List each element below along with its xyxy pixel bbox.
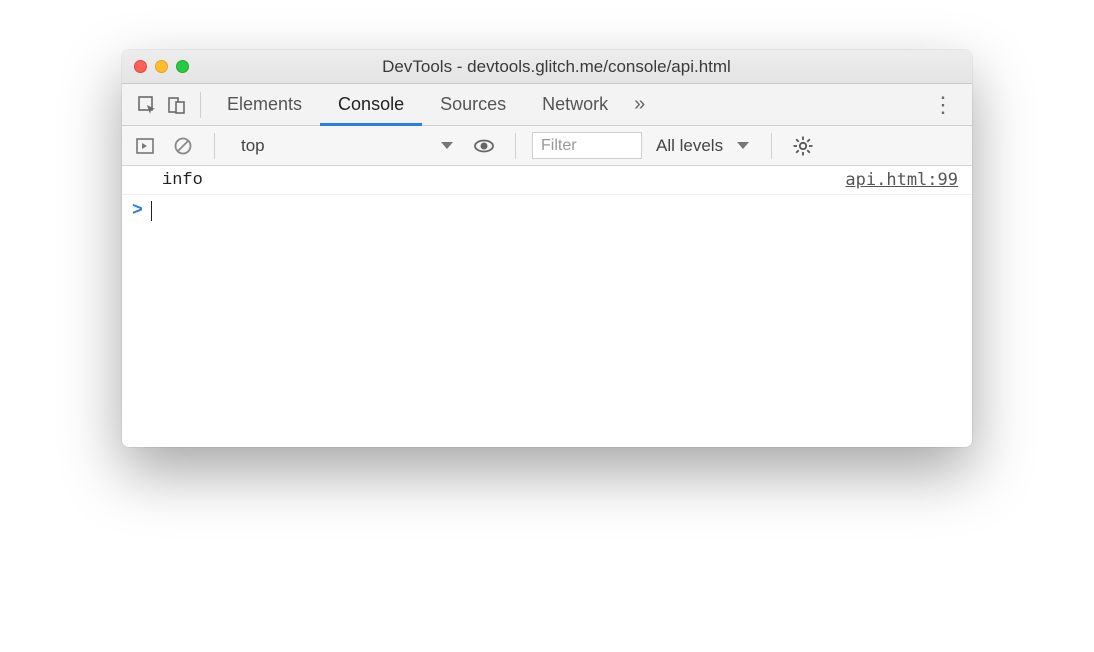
clear-console-icon[interactable] [168, 131, 198, 161]
chevron-down-icon [737, 142, 749, 149]
tab-sources[interactable]: Sources [422, 85, 524, 126]
tabs-bar: Elements Console Sources Network » ⋮ [122, 84, 972, 126]
devtools-window: DevTools - devtools.glitch.me/console/ap… [122, 50, 972, 447]
device-toolbar-icon[interactable] [162, 90, 192, 120]
console-settings-icon[interactable] [788, 131, 818, 161]
tab-network[interactable]: Network [524, 85, 626, 126]
tab-elements[interactable]: Elements [209, 85, 320, 126]
separator [200, 92, 201, 118]
titlebar: DevTools - devtools.glitch.me/console/ap… [122, 50, 972, 84]
separator [771, 133, 772, 159]
inspect-element-icon[interactable] [132, 90, 162, 120]
console-empty-area[interactable] [122, 227, 972, 447]
log-row: info api.html:99 [122, 166, 972, 195]
text-cursor [151, 201, 153, 221]
prompt-chevron-icon: > [132, 201, 143, 221]
panel-tabs: Elements Console Sources Network [209, 84, 626, 125]
toggle-sidebar-icon[interactable] [130, 131, 160, 161]
close-window-button[interactable] [134, 60, 147, 73]
tab-console[interactable]: Console [320, 85, 422, 126]
separator [214, 133, 215, 159]
log-message: info [162, 171, 845, 190]
separator [515, 133, 516, 159]
console-toolbar: top All levels [122, 126, 972, 166]
log-source-link[interactable]: api.html:99 [845, 170, 958, 190]
filter-input[interactable] [532, 132, 642, 159]
more-tabs-button[interactable]: » [626, 93, 649, 116]
console-output: info api.html:99 > [122, 166, 972, 447]
live-expression-icon[interactable] [469, 131, 499, 161]
settings-menu-button[interactable]: ⋮ [924, 92, 962, 118]
context-selector-label: top [241, 136, 265, 156]
log-levels-label: All levels [656, 136, 723, 156]
log-levels-selector[interactable]: All levels [650, 136, 755, 156]
console-prompt[interactable]: > [122, 195, 972, 227]
context-selector[interactable]: top [231, 132, 461, 160]
window-title: DevTools - devtools.glitch.me/console/ap… [153, 57, 960, 77]
chevron-down-icon [441, 142, 453, 149]
